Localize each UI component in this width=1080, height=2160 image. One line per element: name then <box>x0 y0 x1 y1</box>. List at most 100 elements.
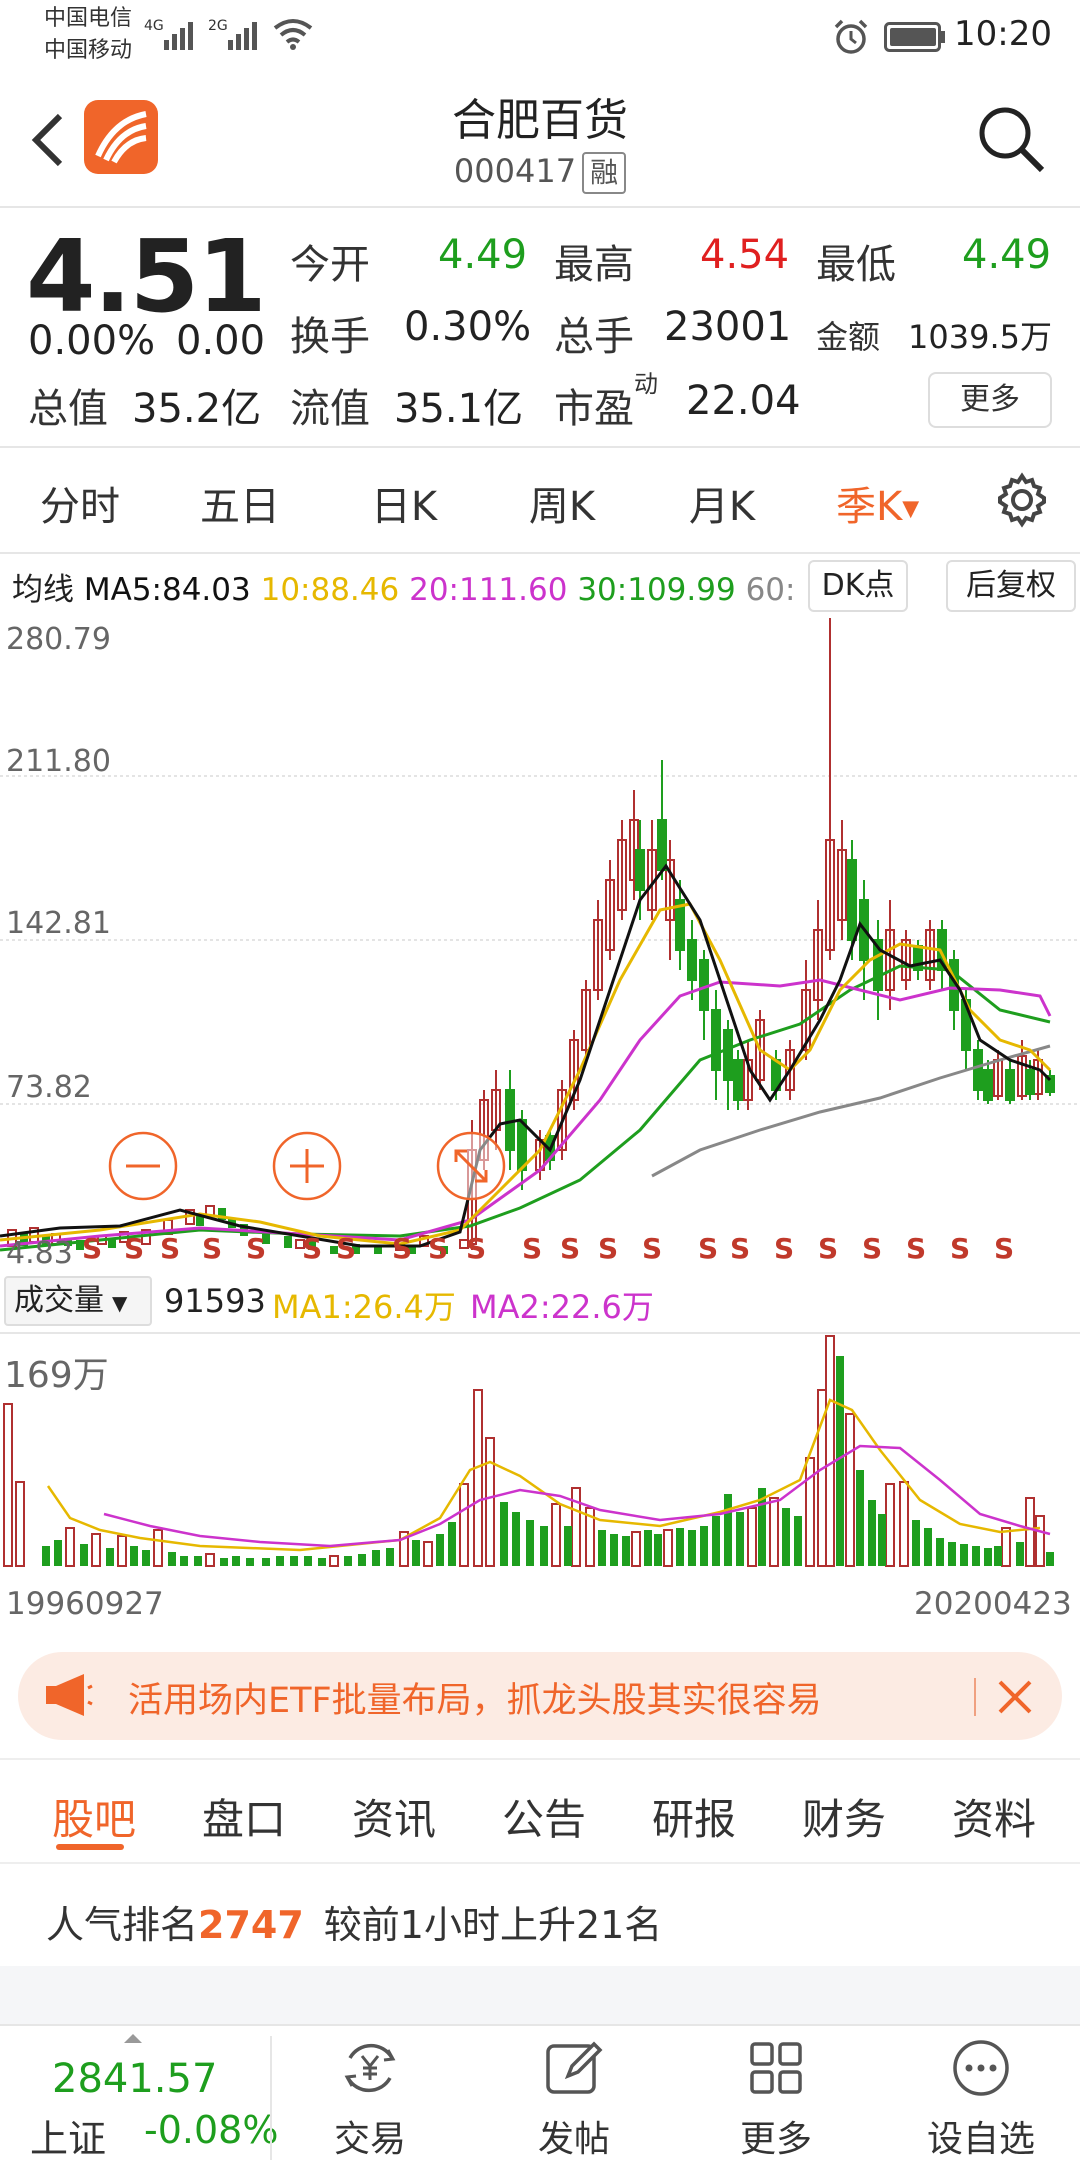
svg-text:S: S <box>906 1232 926 1265</box>
svg-text:2G: 2G <box>208 18 228 34</box>
quote-divider <box>0 446 1080 448</box>
trade-label: 交易 <box>333 2119 406 2160</box>
tab-yanbao[interactable]: 研报 <box>636 1786 752 1847</box>
banner-close-button[interactable] <box>990 1672 1040 1722</box>
ma60-value: 60: <box>745 572 796 608</box>
total-value: 35.2亿 <box>132 386 262 432</box>
date-start: 19960927 <box>6 1586 164 1622</box>
add-watchlist-button[interactable]: 设自选 <box>906 2026 1056 2160</box>
ma20-value: 20:111.60 <box>409 572 568 608</box>
change-percent: 0.00% <box>28 318 156 364</box>
svg-text:S: S <box>392 1232 412 1265</box>
float-value: 35.1亿 <box>394 386 524 432</box>
stock-name: 合肥百货 <box>452 95 628 146</box>
float-value-label: 流值 <box>290 386 370 432</box>
search-icon <box>979 107 1045 173</box>
tab-guba[interactable]: 股吧 <box>36 1786 152 1847</box>
popularity-row: 人气排名2747 较前1小时上升21名 <box>46 1894 662 1949</box>
tab-zixun[interactable]: 资讯 <box>336 1786 452 1847</box>
promo-banner[interactable]: 活用场内ETF批量布局，抓龙头股其实很容易 <box>18 1652 1062 1740</box>
battery-icon <box>884 22 946 56</box>
svg-text:S: S <box>82 1232 102 1265</box>
svg-text:S: S <box>774 1232 794 1265</box>
svg-text:4G: 4G <box>144 18 164 34</box>
volume-header: 成交量 ▼ 91593 MA1:26.4万 MA2:22.6万 <box>0 1272 1080 1332</box>
alarm-icon <box>832 18 870 60</box>
wifi-icon <box>272 16 314 56</box>
svg-text:S: S <box>730 1232 750 1265</box>
svg-text:S: S <box>698 1232 718 1265</box>
volume-axis-max: 169万 <box>4 1355 109 1396</box>
low-value: 4.49 <box>962 232 1052 278</box>
amount-label: 金额 <box>816 318 881 356</box>
chart-settings-button[interactable] <box>994 472 1050 528</box>
post-label: 发帖 <box>537 2119 610 2160</box>
tab-pankou[interactable]: 盘口 <box>186 1786 302 1847</box>
svg-text:S: S <box>862 1232 882 1265</box>
svg-text:S: S <box>202 1232 222 1265</box>
search-button[interactable] <box>972 100 1050 178</box>
tab-jik[interactable]: 季K▼ <box>836 474 946 532</box>
zoom-out-button[interactable] <box>108 1131 178 1201</box>
more-quote-button[interactable]: 更多 <box>928 372 1052 428</box>
svg-text:S: S <box>124 1232 144 1265</box>
signal-icon-2: 2G <box>208 14 266 58</box>
dropdown-caret-icon: ▼ <box>112 1291 128 1315</box>
index-change: -0.08% <box>144 2108 279 2152</box>
tab-ziliao[interactable]: 资料 <box>936 1786 1052 1847</box>
tab-gonggao[interactable]: 公告 <box>486 1786 602 1847</box>
indicator-selector-label: 成交量 <box>14 1283 104 1318</box>
kline-chart[interactable]: SSS SSS SSS SSS SSS SSS SSS S <box>0 616 1080 1266</box>
open-value: 4.49 <box>438 232 528 278</box>
tab-fenshi[interactable]: 分时 <box>20 474 140 532</box>
close-icon <box>998 1680 1032 1714</box>
post-button[interactable]: 发帖 <box>504 2026 644 2160</box>
carrier-label-2: 中国移动 <box>44 38 133 63</box>
bottom-separator <box>270 2036 272 2160</box>
svg-text:S: S <box>560 1232 580 1265</box>
signal-icon-1: 4G <box>144 14 202 58</box>
dropdown-caret-icon: ▼ <box>902 496 920 522</box>
price-axis-min: 4.83 <box>6 1236 73 1271</box>
stock-title-block: 合肥百货 000417 融 <box>300 84 780 194</box>
tab-zhouk[interactable]: 周K <box>502 474 622 532</box>
back-button[interactable] <box>26 110 70 170</box>
low-label: 最低 <box>816 242 896 288</box>
index-widget[interactable]: 2841.57 上证 -0.08% <box>0 2026 278 2160</box>
banner-separator <box>974 1678 976 1716</box>
trade-button[interactable]: 交易 <box>300 2026 440 2160</box>
tab-wuri[interactable]: 五日 <box>180 474 300 532</box>
trade-icon <box>344 2043 396 2093</box>
status-time: 10:20 <box>954 14 1052 54</box>
svg-text:S: S <box>466 1232 486 1265</box>
stock-code: 000417 <box>453 152 577 190</box>
svg-text:S: S <box>598 1232 618 1265</box>
margin-badge: 融 <box>582 152 627 194</box>
change-amount: 0.00 <box>176 318 266 364</box>
tab-yuek[interactable]: 月K <box>662 474 782 532</box>
turnover-value: 0.30% <box>404 304 532 350</box>
section-gap <box>0 1966 1080 2026</box>
fullscreen-button[interactable] <box>436 1131 506 1201</box>
price-axis-2: 211.80 <box>6 744 111 779</box>
volume-ma2: MA2:22.6万 <box>470 1288 654 1326</box>
high-label: 最高 <box>554 242 634 288</box>
ma5-value: MA5:84.03 <box>83 572 251 608</box>
svg-text:S: S <box>246 1232 266 1265</box>
zoom-in-button[interactable] <box>272 1131 342 1201</box>
tab-caiwu[interactable]: 财务 <box>786 1786 902 1847</box>
logo-icon <box>95 111 147 164</box>
high-value: 4.54 <box>700 232 790 278</box>
open-label: 今开 <box>290 242 370 288</box>
expand-up-icon <box>124 2034 142 2043</box>
tab-rik[interactable]: 日K <box>344 474 464 532</box>
volume-current: 91593 <box>164 1282 266 1320</box>
indicator-selector[interactable]: 成交量 ▼ <box>4 1276 152 1326</box>
popularity-change: 较前1小时上升21名 <box>323 1903 663 1947</box>
volume-chart[interactable] <box>0 1334 1080 1570</box>
dk-point-button[interactable]: DK点 <box>808 560 908 612</box>
header-divider <box>0 206 1080 208</box>
more-button[interactable]: 更多 <box>706 2026 846 2160</box>
adjust-button[interactable]: 后复权 <box>946 560 1076 612</box>
add-watchlist-label: 设自选 <box>926 2119 1035 2160</box>
